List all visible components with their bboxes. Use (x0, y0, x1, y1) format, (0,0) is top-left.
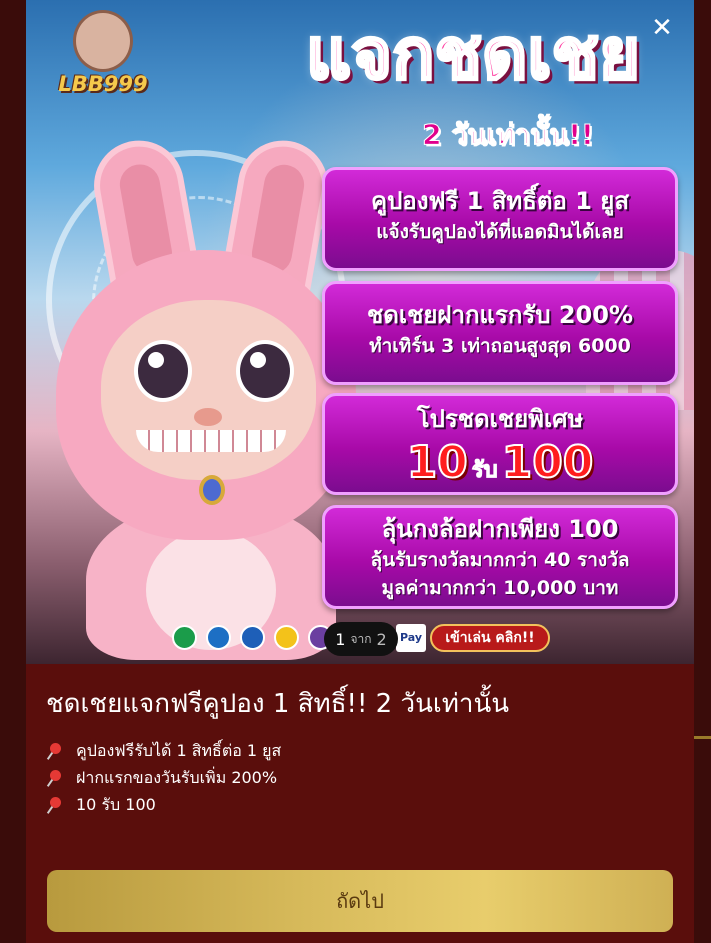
modal-content: ชดเชยแจกฟรีคูปอง 1 สิทธิ์!! 2 วันเท่านั้… (26, 664, 694, 943)
promo-line: แจ้งรับคูปองได้ที่แอดมินได้เลย (376, 221, 624, 243)
list-item: คูปองฟรีรับได้ 1 สิทธิ์ต่อ 1 ยูส (48, 737, 281, 764)
bank-icon (240, 625, 265, 650)
mascot-left-eye (134, 340, 192, 402)
promo-banner-image[interactable]: LBB999 แจกชดเชย 2 วันเท่านั้น!! คูปองฟรี… (26, 0, 694, 664)
banner-headline: แจกชดเชย (305, 12, 642, 97)
mascot-right-eye (236, 340, 294, 402)
pushpin-icon (48, 742, 64, 759)
pager-total: 2 (376, 629, 387, 649)
list-item: ฝากแรกของวันรับเพิ่ม 200% (48, 764, 281, 791)
backdrop-right-edge (693, 0, 711, 943)
bank-icon (274, 625, 299, 650)
promo-line: ลุ้นรับรางวัลมากกว่า 40 รางวัล (370, 549, 630, 571)
promo-box-first-deposit: ชดเชยฝากแรกรับ 200% ทำเทิร์น 3 เท่าถอนสู… (322, 281, 678, 385)
logo-text: LBB999 (58, 72, 148, 96)
bank-icons-row (172, 625, 333, 651)
close-icon[interactable]: ✕ (648, 14, 676, 42)
backdrop-divider (693, 736, 711, 739)
banner-play-button: เข้าเล่น คลิก!! (430, 624, 550, 652)
mascot-nose (194, 408, 222, 426)
promo-big-right: 100 (501, 436, 595, 489)
promo-bullet-list: คูปองฟรีรับได้ 1 สิทธิ์ต่อ 1 ยูส ฝากแรกข… (48, 737, 281, 818)
next-button[interactable]: ถัดไป (47, 870, 673, 932)
pager-current: 1 (335, 629, 346, 649)
promo-big-mid: รับ (471, 458, 498, 484)
promo-box-coupon: คูปองฟรี 1 สิทธิ์ต่อ 1 ยูส แจ้งรับคูปองไ… (322, 167, 678, 271)
promo-title: คูปองฟรี 1 สิทธิ์ต่อ 1 ยูส (371, 187, 629, 215)
promo-big-offer: 10 รับ100 (325, 436, 675, 490)
promo-line: มูลค่ามากกว่า 10,000 บาท (381, 577, 619, 599)
bank-icon (206, 625, 231, 650)
slide-pager: 1 จาก 2 (324, 622, 398, 656)
modal-title: ชดเชยแจกฟรีคูปอง 1 สิทธิ์!! 2 วันเท่านั้… (46, 689, 510, 719)
logo-mascot-icon (73, 10, 133, 72)
brand-logo: LBB999 (38, 10, 168, 105)
banner-subheadline: 2 วันเท่านั้น!! (422, 118, 595, 152)
bank-icon (172, 625, 197, 650)
promo-modal: LBB999 แจกชดเชย 2 วันเท่านั้น!! คูปองฟรี… (26, 0, 694, 943)
promo-title: โปรชดเชยพิเศษ (416, 405, 584, 433)
mascot-teeth (136, 430, 286, 452)
list-item: 10 รับ 100 (48, 791, 281, 818)
backdrop-left-edge (0, 0, 26, 943)
pushpin-icon (48, 796, 64, 813)
bullet-text: 10 รับ 100 (76, 795, 156, 814)
promo-title: ลุ้นกงล้อฝากเพียง 100 (381, 515, 619, 543)
promo-title: ชดเชยฝากแรกรับ 200% (366, 301, 633, 329)
pay-badge: Pay (396, 624, 426, 652)
promo-big-left: 10 (406, 436, 469, 489)
pager-of-label: จาก (350, 631, 372, 646)
promo-line: ทำเทิร์น 3 เท่าถอนสูงสุด 6000 (369, 335, 631, 357)
pink-mascot-graphic (46, 133, 366, 660)
promo-box-special: โปรชดเชยพิเศษ 10 รับ100 (322, 393, 678, 495)
bullet-text: ฝากแรกของวันรับเพิ่ม 200% (76, 768, 278, 787)
mascot-pendant (199, 475, 225, 505)
bullet-text: คูปองฟรีรับได้ 1 สิทธิ์ต่อ 1 ยูส (76, 741, 282, 760)
pushpin-icon (48, 769, 64, 786)
promo-box-wheel: ลุ้นกงล้อฝากเพียง 100 ลุ้นรับรางวัลมากกว… (322, 505, 678, 609)
